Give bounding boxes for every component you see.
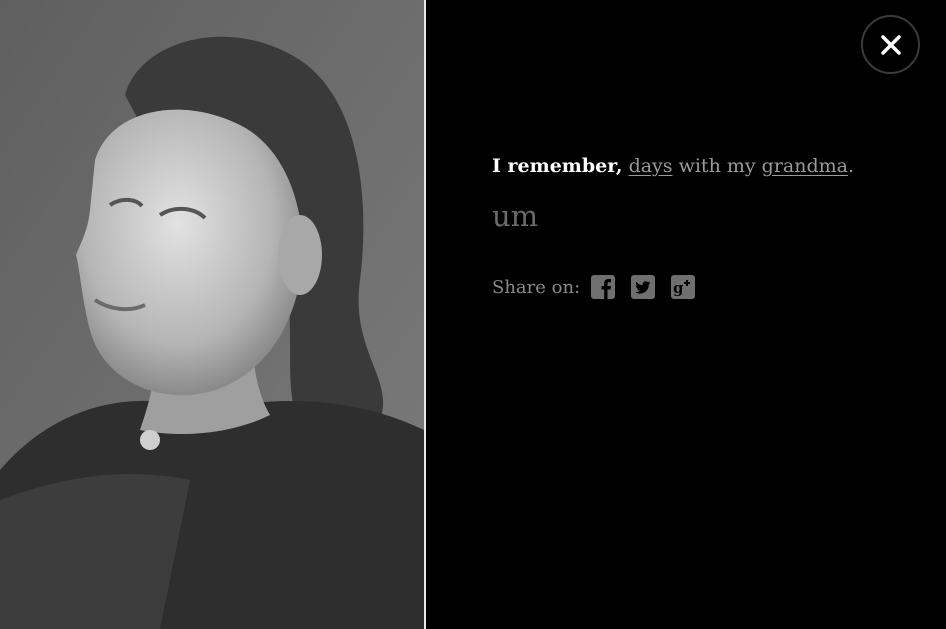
headline: I remember, days with my grandma. [492, 150, 912, 182]
days-link[interactable]: days [629, 155, 673, 177]
story-content: I remember, days with my grandma. um Sha… [492, 150, 912, 300]
headline-end: . [847, 155, 855, 177]
headline-lead: I remember, [492, 155, 623, 177]
facebook-icon [591, 275, 616, 299]
share-label: Share on: [492, 276, 581, 298]
share-bar: Share on: g [492, 274, 912, 300]
close-button[interactable] [861, 15, 920, 74]
panel-divider [424, 0, 426, 629]
twitter-icon [631, 275, 656, 299]
facebook-share-button[interactable] [590, 274, 616, 300]
portrait-photo [0, 0, 424, 629]
grandma-link[interactable]: grandma [762, 155, 848, 177]
google-plus-share-button[interactable]: g [670, 274, 696, 300]
memory-text: um [492, 199, 539, 233]
svg-text:g: g [673, 279, 684, 297]
google-plus-icon: g [671, 275, 696, 299]
twitter-share-button[interactable] [630, 274, 656, 300]
headline-middle: with my [678, 155, 756, 177]
close-icon [880, 34, 901, 55]
